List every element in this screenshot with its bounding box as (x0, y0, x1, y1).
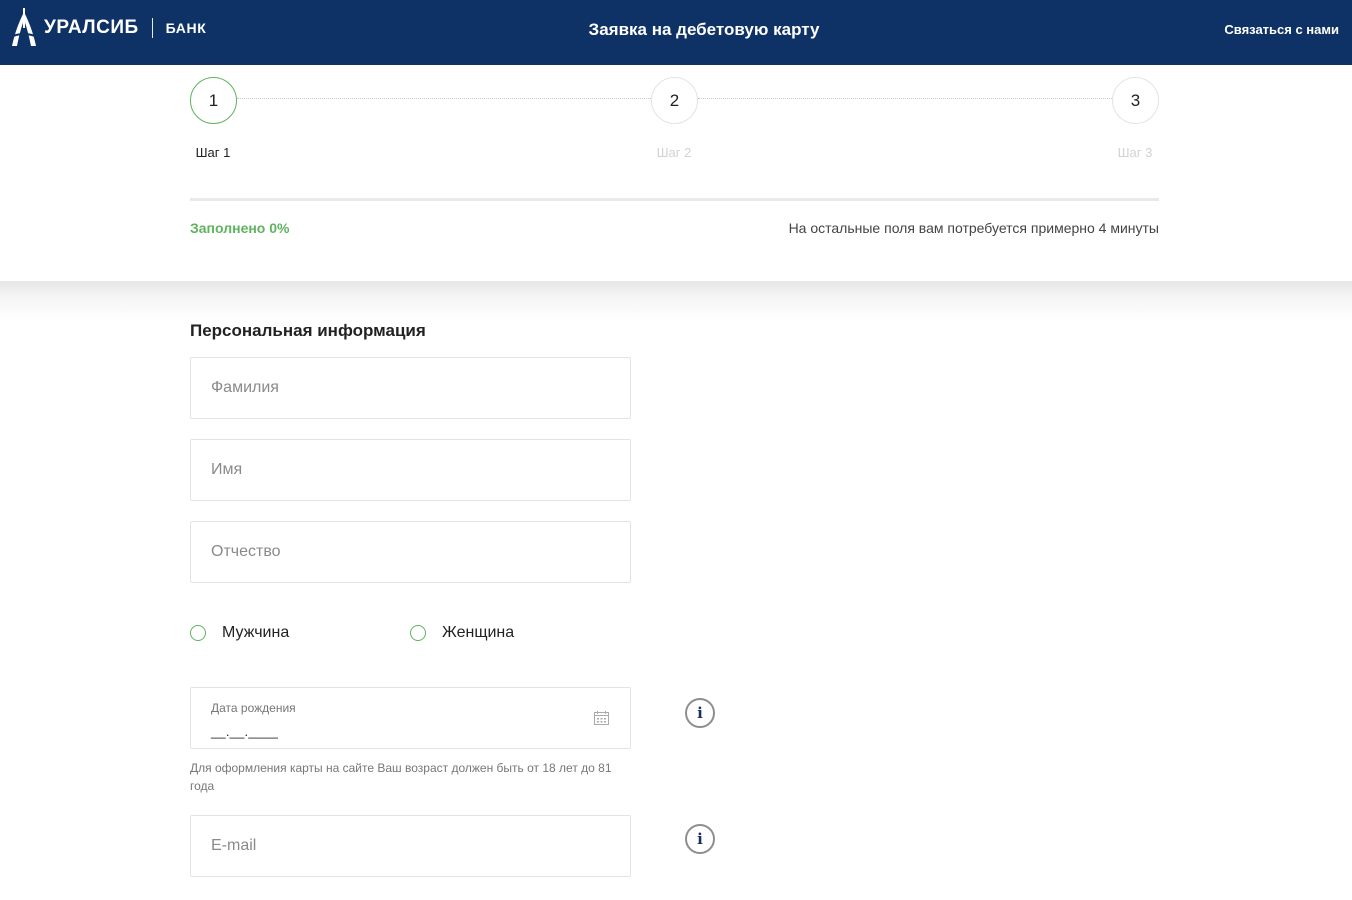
name-input[interactable] (191, 440, 630, 500)
patronymic-field-box (190, 521, 631, 583)
step-progress: 1 2 3 Шаг 1 Шаг 2 Шаг 3 (190, 77, 1159, 177)
step-1-label: Шаг 1 (195, 145, 231, 160)
step-2-label: Шаг 2 (656, 145, 692, 160)
birthdate-hint: Для оформления карты на сайте Ваш возрас… (190, 761, 612, 793)
name-field-box (190, 439, 631, 501)
section-title-personal: Персональная информация (190, 321, 426, 340)
progress-percent: Заполнено 0% (190, 220, 290, 236)
step-3-circle: 3 (1112, 77, 1159, 124)
step-2-circle: 2 (651, 77, 698, 124)
top-header: УРАЛСИБ БАНК Заявка на дебетовую карту С… (0, 0, 1352, 65)
page-title: Заявка на дебетовую карту (588, 20, 820, 39)
step-2-number: 2 (669, 90, 680, 110)
step-connector (237, 98, 651, 99)
step-3-number: 3 (1130, 90, 1141, 110)
time-estimate-note: На остальные поля вам потребуется пример… (788, 220, 1159, 236)
gender-male-radio[interactable]: Мужчина (190, 624, 289, 642)
email-field-box (190, 815, 631, 877)
birthdate-info-icon[interactable]: i (685, 698, 715, 728)
gender-male-label: Мужчина (222, 624, 290, 641)
email-info-icon[interactable]: i (685, 824, 715, 854)
gender-female-label: Женщина (442, 624, 515, 641)
birthdate-input[interactable]: __.__.____ (211, 724, 278, 739)
calendar-icon[interactable] (594, 711, 609, 725)
patronymic-input[interactable] (191, 522, 630, 582)
surname-field-box (190, 357, 631, 419)
step-3-label: Шаг 3 (1117, 145, 1153, 160)
gender-female-radio[interactable]: Женщина (410, 624, 514, 642)
surname-input[interactable] (191, 358, 630, 418)
email-input[interactable] (191, 816, 630, 876)
contact-us-link[interactable]: Связаться с нами (1224, 22, 1339, 37)
step-connector (698, 98, 1112, 99)
step-1-circle: 1 (190, 77, 237, 124)
radio-circle-icon (410, 625, 426, 641)
birthdate-label: Дата рождения (211, 701, 296, 715)
section-divider (0, 281, 1352, 321)
progress-bar (190, 198, 1159, 201)
radio-circle-icon (190, 625, 206, 641)
birthdate-field[interactable]: Дата рождения __.__.____ (190, 687, 631, 749)
step-1-number: 1 (208, 90, 219, 110)
